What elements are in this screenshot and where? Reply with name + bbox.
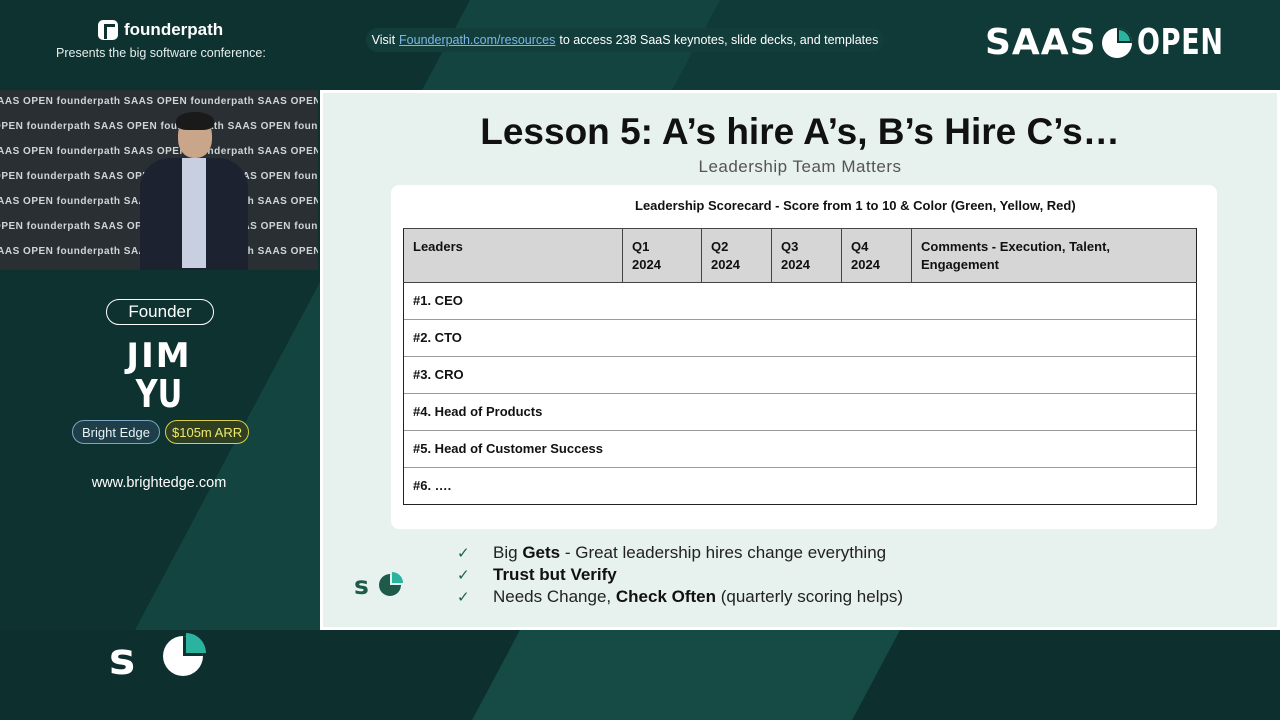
founderpath-brand: founderpath [124, 20, 224, 39]
leader-cell: #3. CRO [403, 356, 623, 394]
leader-cell: #2. CTO [403, 319, 623, 357]
leader-cell: #4. Head of Products [403, 393, 623, 431]
visit-banner: Visit Founderpath.com/resources to acces… [366, 28, 884, 52]
table-row: #2. CTO [403, 319, 1197, 357]
founderpath-icon [98, 20, 118, 40]
speaker-last-name: YU [135, 372, 183, 416]
check-icon: ✓ [457, 567, 470, 584]
slide-subtitle: Leadership Team Matters [698, 157, 902, 176]
company-badge: Bright Edge [72, 420, 160, 444]
table-header-row: Leaders Q1 2024 Q2 2024 Q3 2024 Q4 2024 Comm… [403, 228, 1197, 283]
saas-open-logo: SAAS OPEN [985, 22, 1252, 63]
pie-logo-icon [1101, 27, 1132, 58]
col-q3: Q3 2024 [771, 228, 842, 283]
scorecard-title: Leadership Scorecard - Score from 1 to 1… [635, 198, 1076, 213]
col-q4: Q4 2024 [841, 228, 912, 283]
open-logo-text: OPEN [1136, 22, 1224, 63]
table-row: #5. Head of Customer Success [403, 430, 1197, 468]
so-logo-icon: s [354, 571, 403, 597]
saas-logo-text: SAAS [985, 22, 1097, 63]
col-q1: Q1 2024 [622, 228, 702, 283]
col-leaders: Leaders [403, 228, 623, 283]
col-q2: Q2 2024 [701, 228, 772, 283]
visit-prefix: Visit [371, 33, 396, 47]
check-icon: ✓ [457, 589, 470, 606]
so-logo-icon: s [109, 633, 206, 678]
backdrop-text: SAAS OPEN founderpath SAAS OPEN founderp… [0, 96, 318, 107]
visit-suffix: to access 238 SaaS keynotes, slide decks… [559, 33, 879, 47]
col-comments: Comments - Execution, Talent, Engagement [911, 228, 1197, 283]
speaker-website: www.brightedge.com [91, 475, 227, 491]
list-item: ✓ Trust but Verify [457, 565, 617, 584]
founderpath-logo: founderpath [98, 20, 223, 40]
check-icon: ✓ [457, 545, 470, 562]
table-row: #1. CEO [403, 282, 1197, 320]
table-row: #6. …. [403, 467, 1197, 505]
role-badge: Founder [106, 299, 214, 325]
speaker-video: SAAS OPEN founderpath SAAS OPEN founderp… [0, 90, 318, 270]
list-item: ✓ Needs Change, Check Often (quarterly s… [457, 587, 904, 606]
presents-text: Presents the big software conference: [56, 46, 266, 60]
scorecard-card: Leadership Scorecard - Score from 1 to 1… [391, 185, 1217, 529]
leader-cell: #6. …. [403, 467, 623, 505]
leader-cell: #1. CEO [403, 282, 623, 320]
svg-text:s: s [109, 634, 135, 678]
presentation-slide: Lesson 5: A’s hire A’s, B’s Hire C’s… Le… [320, 90, 1280, 630]
svg-text:s: s [354, 571, 369, 597]
resources-link[interactable]: Founderpath.com/resources [399, 33, 555, 47]
takeaway-list: ✓ Big Gets - Great leadership hires chan… [457, 542, 903, 608]
background-stripe [472, 630, 900, 720]
arr-badge: $105m ARR [165, 420, 250, 444]
scorecard-table: Leaders Q1 2024 Q2 2024 Q3 2024 Q4 2024 Comm… [403, 228, 1197, 505]
list-item: ✓ Big Gets - Great leadership hires chan… [457, 543, 887, 562]
speaker-first-name: JIM [126, 336, 192, 376]
table-row: #3. CRO [403, 356, 1197, 394]
table-row: #4. Head of Products [403, 393, 1197, 431]
slide-title: Lesson 5: A’s hire A’s, B’s Hire C’s… [480, 111, 1120, 152]
leader-cell: #5. Head of Customer Success [403, 430, 623, 468]
speaker-figure [128, 112, 248, 270]
